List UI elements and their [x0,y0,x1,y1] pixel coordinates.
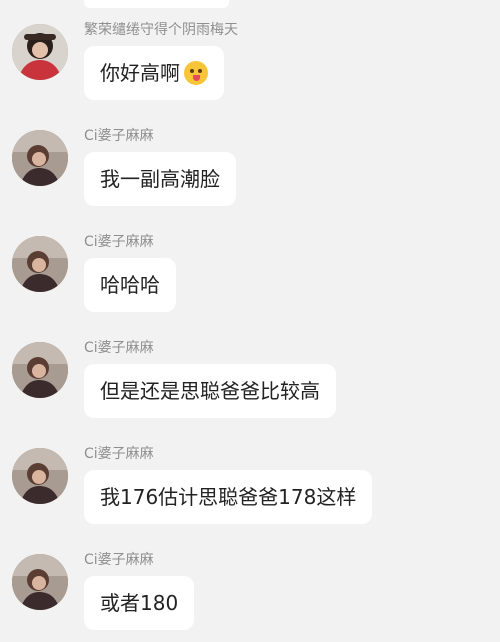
avatar[interactable] [12,130,68,186]
user-avatar-icon [12,130,68,186]
avatar[interactable] [12,448,68,504]
previous-message-bubble[interactable] [84,0,229,8]
message-text: 但是还是思聪爸爸比较高 [100,379,320,403]
user-avatar-icon [12,554,68,610]
message-bubble[interactable]: 你好高啊 [84,46,224,100]
sender-name: Ci婆子麻麻 [84,552,154,568]
message-text: 你好高啊 [100,61,180,85]
message-bubble[interactable]: 我176估计思聪爸爸178这样 [84,470,373,524]
message-text: 我一副高潮脸 [100,167,220,191]
avatar[interactable] [12,342,68,398]
avatar[interactable] [12,236,68,292]
message-bubble[interactable]: 哈哈哈 [84,258,176,312]
message-text: 我176估计思聪爸爸178这样 [100,485,357,509]
message-bubble[interactable]: 我一副高潮脸 [84,152,236,206]
tongue-face-emoji-icon [184,60,208,85]
message-text: 哈哈哈 [100,273,160,297]
user-avatar-icon [12,236,68,292]
user-avatar-icon [12,448,68,504]
sender-name: Ci婆子麻麻 [84,128,154,144]
sender-name: 繁荣缱绻守得个阴雨梅天 [84,22,238,38]
sender-name: Ci婆子麻麻 [84,340,154,356]
message-text: 或者180 [100,591,179,615]
avatar[interactable] [12,554,68,610]
user-avatar-icon [12,342,68,398]
message-bubble[interactable]: 但是还是思聪爸爸比较高 [84,364,336,418]
sender-name: Ci婆子麻麻 [84,234,154,250]
avatar[interactable] [12,24,68,80]
sender-name: Ci婆子麻麻 [84,446,154,462]
user-avatar-icon [12,24,68,80]
message-bubble[interactable]: 或者180 [84,576,195,630]
